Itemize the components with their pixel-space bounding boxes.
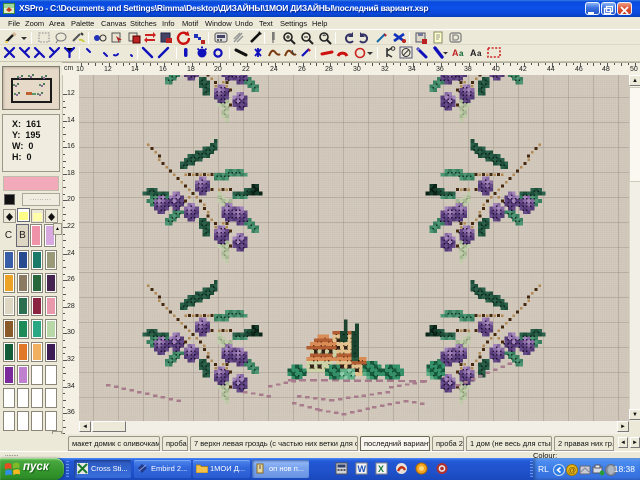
svg-text:a: a [459, 49, 464, 58]
svg-text:W: W [358, 464, 367, 474]
svg-text:A: A [470, 48, 477, 58]
svg-text:X: X [378, 464, 384, 474]
svg-text:@: @ [568, 466, 576, 475]
svg-text:A: A [452, 48, 459, 58]
svg-text:a: a [477, 49, 482, 58]
